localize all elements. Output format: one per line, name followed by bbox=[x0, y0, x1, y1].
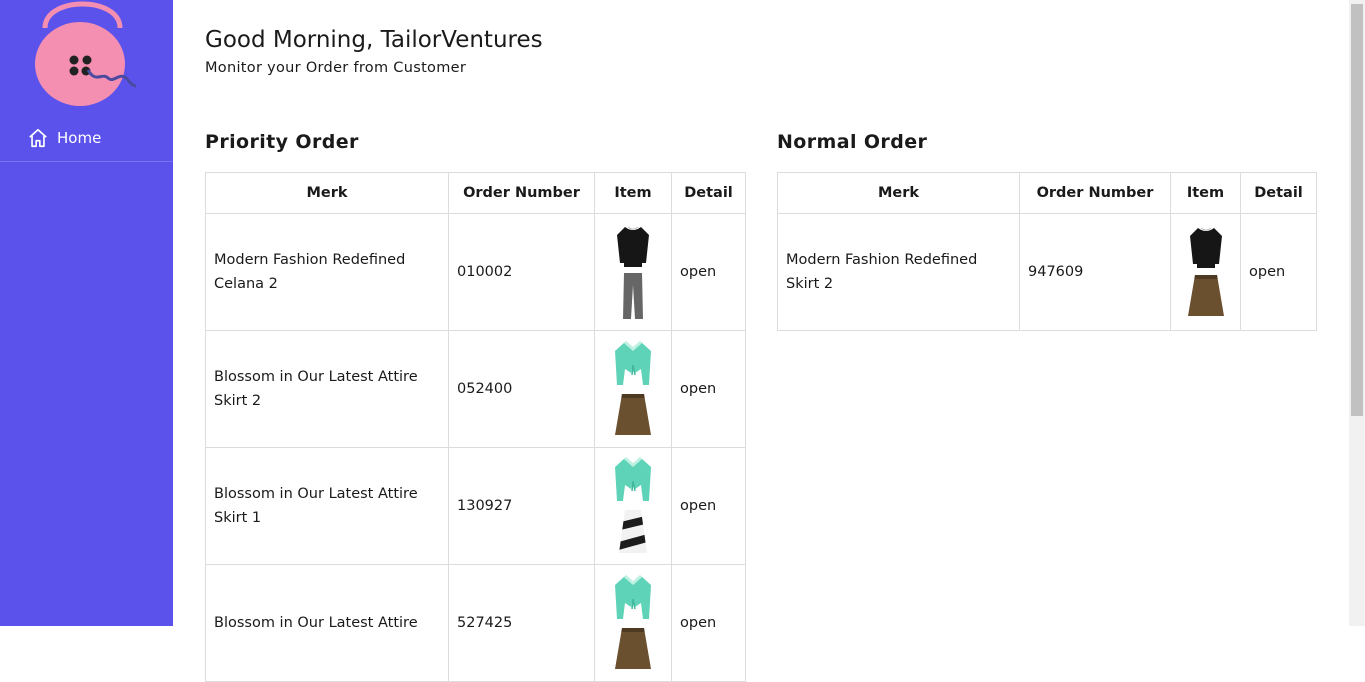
merk-product: Celana 2 bbox=[214, 276, 278, 292]
vertical-scrollbar[interactable] bbox=[1349, 0, 1365, 626]
column-header-merk: Merk bbox=[777, 172, 1020, 214]
detail-link[interactable]: open bbox=[671, 447, 746, 565]
table-row: Modern Fashion Redefined Celana 2 010002 op… bbox=[205, 213, 746, 331]
merk-cell: Blossom in Our Latest Attire Skirt 2 bbox=[205, 330, 449, 448]
handbag-logo-icon bbox=[30, 0, 140, 110]
merk-cell: Modern Fashion Redefined Celana 2 bbox=[205, 213, 449, 331]
detail-link[interactable]: open bbox=[671, 330, 746, 448]
black-top-icon bbox=[1188, 224, 1224, 270]
merk-cell: Blossom in Our Latest Attire bbox=[205, 564, 449, 682]
page-title: Good Morning, TailorVentures bbox=[205, 27, 543, 53]
order-number-cell: 010002 bbox=[448, 213, 595, 331]
page-subtitle: Monitor your Order from Customer bbox=[205, 60, 467, 76]
column-header-item: Item bbox=[594, 172, 672, 214]
merk-name: Modern Fashion Redefined bbox=[214, 252, 406, 268]
column-header-order-number: Order Number bbox=[448, 172, 595, 214]
brown-skirt-icon bbox=[1184, 272, 1228, 320]
striped-skirt-icon bbox=[613, 507, 653, 557]
merk-product: Skirt 2 bbox=[786, 276, 834, 292]
item-cell bbox=[1170, 213, 1241, 331]
normal-order-table: Merk Order Number Item Detail Modern Fas… bbox=[777, 172, 1317, 331]
order-number-cell: 947609 bbox=[1019, 213, 1171, 331]
detail-link[interactable]: open bbox=[671, 213, 746, 331]
item-cell bbox=[594, 213, 672, 331]
column-header-detail: Detail bbox=[1240, 172, 1317, 214]
merk-product: Skirt 2 bbox=[214, 393, 262, 409]
sidebar: Home bbox=[0, 0, 173, 626]
sidebar-item-label: Home bbox=[57, 128, 102, 147]
order-number-cell: 052400 bbox=[448, 330, 595, 448]
detail-link[interactable]: open bbox=[671, 564, 746, 682]
priority-order-table: Merk Order Number Item Detail Modern Fas… bbox=[205, 172, 746, 682]
grey-trousers-icon bbox=[615, 271, 651, 321]
merk-name: Blossom in Our Latest Attire bbox=[214, 615, 418, 631]
item-cell bbox=[594, 447, 672, 565]
table-row: Blossom in Our Latest Attire Skirt 2 05240… bbox=[205, 330, 746, 448]
merk-name: Blossom in Our Latest Attire bbox=[214, 369, 418, 385]
normal-order-title: Normal Order bbox=[777, 131, 928, 153]
detail-link[interactable]: open bbox=[1240, 213, 1317, 331]
order-number-cell: 130927 bbox=[448, 447, 595, 565]
merk-name: Blossom in Our Latest Attire bbox=[214, 486, 418, 502]
merk-name: Modern Fashion Redefined bbox=[786, 252, 978, 268]
column-header-detail: Detail bbox=[671, 172, 746, 214]
merk-product: Skirt 1 bbox=[214, 510, 262, 526]
column-header-order-number: Order Number bbox=[1019, 172, 1171, 214]
column-header-merk: Merk bbox=[205, 172, 449, 214]
black-top-icon bbox=[615, 223, 651, 269]
merk-cell: Modern Fashion Redefined Skirt 2 bbox=[777, 213, 1020, 331]
item-cell bbox=[594, 564, 672, 682]
item-cell bbox=[594, 330, 672, 448]
brown-skirt-icon bbox=[611, 625, 655, 673]
brown-skirt-icon bbox=[611, 391, 655, 439]
sidebar-item-home[interactable]: Home bbox=[0, 114, 173, 162]
column-header-item: Item bbox=[1170, 172, 1241, 214]
table-row: Blossom in Our Latest Attire Skirt 1 13092… bbox=[205, 447, 746, 565]
priority-order-title: Priority Order bbox=[205, 131, 359, 153]
scrollbar-thumb[interactable] bbox=[1351, 4, 1363, 416]
table-row: Modern Fashion Redefined Skirt 2 947609 ope… bbox=[777, 213, 1317, 331]
table-row: Blossom in Our Latest Attire 527425 open bbox=[205, 564, 746, 682]
home-icon bbox=[27, 127, 49, 149]
order-number-cell: 527425 bbox=[448, 564, 595, 682]
teal-cardigan-icon bbox=[613, 455, 653, 505]
teal-cardigan-icon bbox=[613, 339, 653, 389]
teal-cardigan-icon bbox=[613, 573, 653, 623]
merk-cell: Blossom in Our Latest Attire Skirt 1 bbox=[205, 447, 449, 565]
